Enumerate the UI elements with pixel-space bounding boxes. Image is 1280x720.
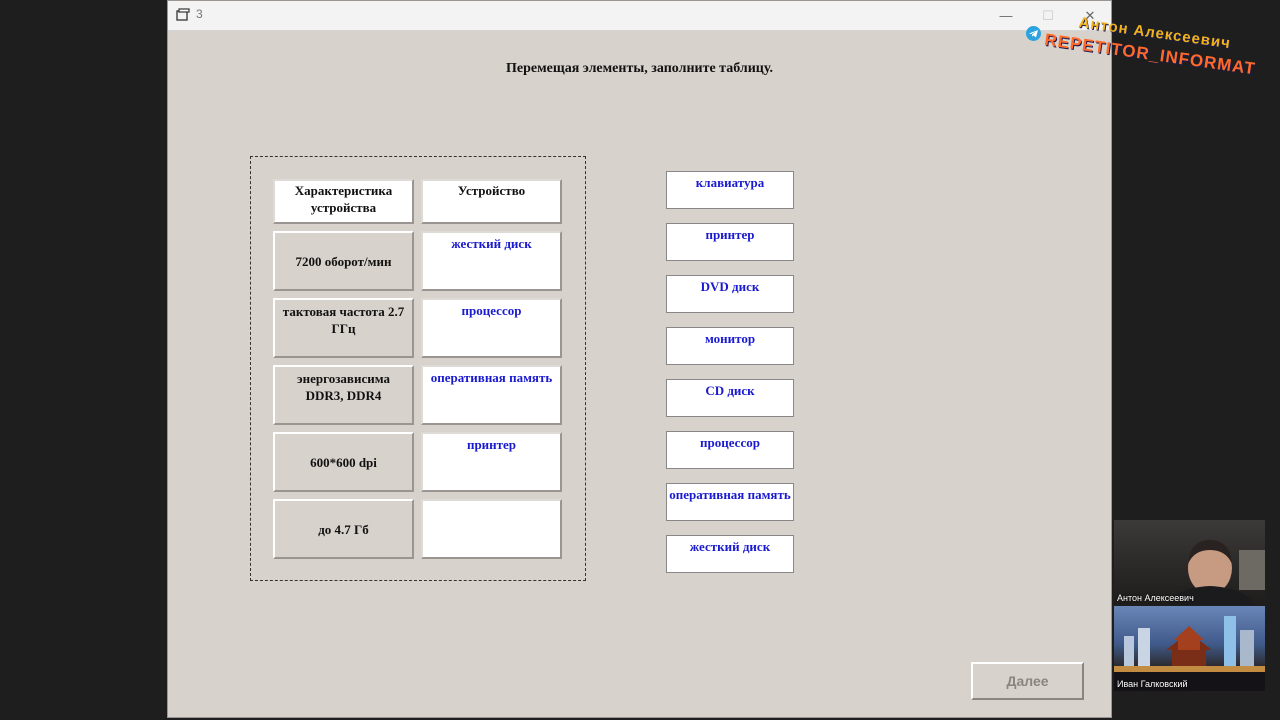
- window-title: 3: [196, 7, 203, 21]
- characteristic-cell: 7200 оборот/мин: [273, 231, 414, 291]
- option-chip[interactable]: процессор: [666, 431, 794, 469]
- device-drop-slot[interactable]: [421, 499, 562, 559]
- participant-video[interactable]: Иван Галковский: [1114, 606, 1265, 691]
- characteristic-cell: тактовая частота 2.7 ГГц: [273, 298, 414, 358]
- device-drop-slot[interactable]: оперативная память: [421, 365, 562, 425]
- instruction-text: Перемещая элементы, заполните таблицу.: [506, 61, 773, 76]
- app-window: 3 — ☐ ✕ Перемещая элементы, заполните та…: [167, 0, 1112, 718]
- characteristic-cell: 600*600 dpi: [273, 432, 414, 492]
- option-chip[interactable]: CD диск: [666, 379, 794, 417]
- participant-name: Антон Алексеевич: [1117, 593, 1194, 603]
- channel-watermark: Антон Алексеевич REPETITOR_INFORMAT: [1022, 8, 1274, 88]
- matching-table: Характеристика устройства Устройство 720…: [250, 156, 586, 581]
- header-device: Устройство: [421, 179, 562, 224]
- app-icon: [176, 8, 190, 21]
- telegram-icon: [1026, 26, 1041, 41]
- header-characteristic: Характеристика устройства: [273, 179, 414, 224]
- option-chip[interactable]: монитор: [666, 327, 794, 365]
- participant-name: Иван Галковский: [1117, 679, 1188, 689]
- option-chip[interactable]: клавиатура: [666, 171, 794, 209]
- device-drop-slot[interactable]: принтер: [421, 432, 562, 492]
- minimize-button[interactable]: —: [985, 1, 1027, 30]
- device-drop-slot[interactable]: процессор: [421, 298, 562, 358]
- characteristic-cell: до 4.7 Гб: [273, 499, 414, 559]
- option-chip[interactable]: DVD диск: [666, 275, 794, 313]
- device-drop-slot[interactable]: жесткий диск: [421, 231, 562, 291]
- participant-video[interactable]: Антон Алексеевич: [1114, 520, 1265, 605]
- title-bar: 3 — ☐ ✕: [168, 1, 1111, 31]
- option-chip[interactable]: принтер: [666, 223, 794, 261]
- option-chip[interactable]: жесткий диск: [666, 535, 794, 573]
- option-chip[interactable]: оперативная память: [666, 483, 794, 521]
- next-button[interactable]: Далее: [971, 662, 1084, 700]
- characteristic-cell: энергозависима DDR3, DDR4: [273, 365, 414, 425]
